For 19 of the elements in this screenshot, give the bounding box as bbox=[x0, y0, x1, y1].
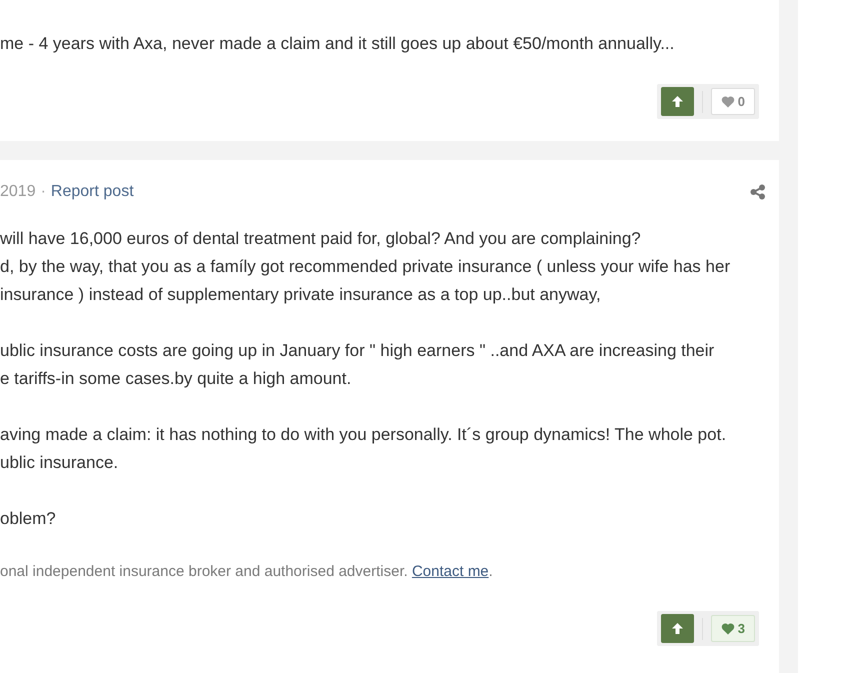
upvote-button[interactable] bbox=[660, 87, 694, 116]
post-paragraph: oblem? bbox=[0, 508, 56, 530]
heart-icon bbox=[720, 622, 735, 636]
heart-icon bbox=[720, 94, 735, 108]
upvote-button[interactable] bbox=[660, 614, 694, 643]
post-paragraph: aving made a claim: it has nothing to do with you personally. It´s group dynamics! The whole pot. ublic insurance. bbox=[0, 424, 726, 474]
contact-link[interactable]: Contact me bbox=[412, 563, 489, 580]
reaction-count-button[interactable]: 0 bbox=[710, 88, 755, 115]
report-post-link[interactable]: Report post bbox=[50, 182, 134, 200]
up-arrow-icon bbox=[670, 622, 684, 635]
post-date: 2019 bbox=[0, 182, 36, 200]
up-arrow-icon bbox=[670, 95, 684, 108]
reaction-count-button[interactable]: 3 bbox=[710, 615, 755, 642]
post-paragraph: will have 16,000 euros of dental treatment paid for, global? And you are complaining? d, by the way, that you as a famíly got recommended private insurance ( unless your wife has her insurance ) instead of supplementary private insurance as a top up..but anyway, bbox=[0, 228, 730, 306]
share-icon bbox=[750, 184, 766, 200]
separator-dot: · bbox=[40, 182, 46, 200]
post-paragraph: me - 4 years with Axa, never made a claim and it still goes up about €50/month annually... bbox=[0, 33, 674, 55]
signature-text: onal independent insurance broker and authorised advertiser. Contact me. bbox=[0, 562, 493, 582]
post-paragraph: ublic insurance costs are going up in January for " high earners " ..and AXA are increasing their e tariffs-in some cases.by quite a high amount. bbox=[0, 340, 714, 390]
